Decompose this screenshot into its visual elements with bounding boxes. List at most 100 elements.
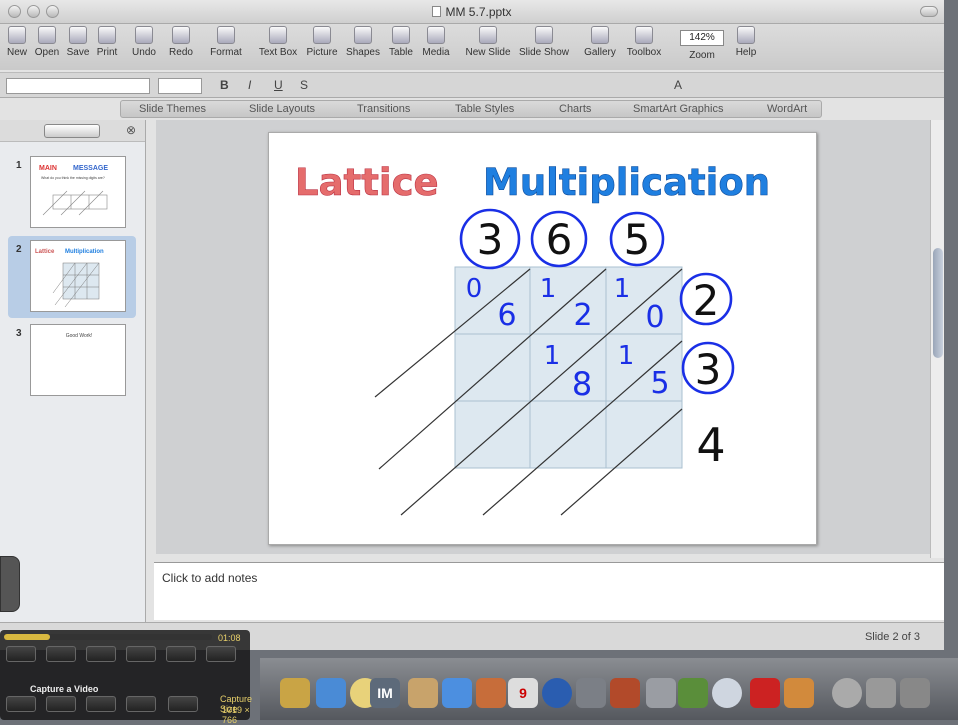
current-slide[interactable]: Lattice Multiplication 3 6 5 2 3 4 0 6 1… bbox=[268, 132, 817, 545]
slide-thumbnail-1[interactable]: MAIN MESSAGE What do you think the missi… bbox=[30, 156, 126, 228]
dock-app-icon[interactable] bbox=[832, 678, 862, 708]
table-icon bbox=[392, 26, 410, 44]
cell-tens: 1 bbox=[614, 274, 631, 304]
close-pane-icon[interactable]: ⊗ bbox=[126, 123, 136, 137]
side-digit: 2 bbox=[693, 276, 720, 325]
capture-stop-button[interactable] bbox=[6, 646, 36, 662]
thumb2-title-a: Lattice bbox=[35, 249, 55, 255]
document-icon bbox=[432, 6, 442, 17]
text-box-button[interactable]: Text Box bbox=[255, 26, 301, 58]
dock-safari-icon[interactable] bbox=[542, 678, 572, 708]
tab-table-styles[interactable]: Table Styles bbox=[455, 103, 514, 115]
dock-itunes-icon[interactable] bbox=[442, 678, 472, 708]
media-button[interactable]: Media bbox=[418, 26, 454, 58]
dock-app-icon[interactable] bbox=[280, 678, 310, 708]
slide-thumbnail-2[interactable]: Lattice Multiplication bbox=[30, 240, 126, 312]
window-title: MM 5.7.pptx bbox=[0, 5, 944, 19]
scrollbar-thumb[interactable] bbox=[933, 248, 943, 358]
dock-calendar-icon[interactable]: 9 bbox=[508, 678, 538, 708]
slide-show-button[interactable]: Slide Show bbox=[516, 26, 572, 58]
dock-app-icon[interactable] bbox=[316, 678, 346, 708]
slide-number: 2 bbox=[16, 244, 22, 255]
tab-wordart[interactable]: WordArt bbox=[767, 103, 807, 115]
side-collapse-tab[interactable] bbox=[0, 556, 20, 612]
cell-tens: 1 bbox=[540, 274, 557, 304]
capture-save-button[interactable] bbox=[6, 696, 36, 712]
dock-app-icon[interactable] bbox=[784, 678, 814, 708]
dock-app-icon[interactable] bbox=[678, 678, 708, 708]
new-button[interactable]: New bbox=[4, 26, 30, 58]
tab-charts[interactable]: Charts bbox=[559, 103, 591, 115]
dock-im-icon[interactable]: IM bbox=[370, 678, 400, 708]
elements-gallery-tabs: Slide Themes Slide Layouts Transitions T… bbox=[120, 100, 822, 118]
title-bar[interactable]: MM 5.7.pptx bbox=[0, 0, 944, 24]
picture-button[interactable]: Picture bbox=[304, 26, 340, 58]
view-toggle[interactable] bbox=[44, 124, 100, 138]
tab-slide-layouts[interactable]: Slide Layouts bbox=[249, 103, 315, 115]
table-button[interactable]: Table bbox=[386, 26, 416, 58]
thumbnail-2-drawing: Lattice Multiplication bbox=[35, 249, 104, 308]
cell-ones: 5 bbox=[650, 366, 669, 401]
capture-record-button[interactable] bbox=[46, 696, 76, 712]
tab-slide-themes[interactable]: Slide Themes bbox=[139, 103, 206, 115]
capture-webcam-button[interactable] bbox=[86, 696, 116, 712]
underline-button[interactable]: U bbox=[274, 78, 283, 92]
slide-thumbnail-3[interactable]: Good Work! bbox=[30, 324, 126, 396]
dock-app-icon[interactable] bbox=[576, 678, 606, 708]
gallery-button[interactable]: Gallery bbox=[580, 26, 620, 58]
dock-iphoto-icon[interactable] bbox=[476, 678, 506, 708]
capture-video-panel: 01:08 Capture a Video Capture Size 1019 … bbox=[0, 630, 252, 725]
capture-cancel-button[interactable] bbox=[206, 646, 236, 662]
thumb1-title-b: MESSAGE bbox=[73, 165, 108, 172]
toolbox-button[interactable]: Toolbox bbox=[622, 26, 666, 58]
format-button[interactable]: Format bbox=[206, 26, 246, 58]
capture-mic-button[interactable] bbox=[126, 646, 156, 662]
cell-ones: 6 bbox=[497, 298, 516, 333]
dock-app-icon[interactable] bbox=[900, 678, 930, 708]
new-document-icon bbox=[8, 26, 26, 44]
capture-close-button[interactable] bbox=[168, 696, 198, 712]
zoom-field[interactable]: 142% bbox=[680, 30, 724, 46]
dock-app-icon[interactable] bbox=[646, 678, 676, 708]
slide-thumbnail-pane: ⊗ 1 MAIN MESSAGE What do you think the m… bbox=[0, 120, 146, 650]
vertical-scrollbar[interactable] bbox=[930, 120, 944, 558]
tab-transitions[interactable]: Transitions bbox=[357, 103, 410, 115]
dock-app-icon[interactable] bbox=[408, 678, 438, 708]
capture-back-button[interactable] bbox=[126, 696, 156, 712]
italic-button[interactable]: I bbox=[248, 78, 251, 92]
printer-icon bbox=[98, 26, 116, 44]
capture-label: Capture a Video bbox=[30, 684, 99, 694]
slide-show-icon bbox=[535, 26, 553, 44]
cell-tens: 1 bbox=[618, 341, 635, 371]
font-size-select[interactable] bbox=[158, 78, 202, 94]
formatting-bar: B I U S A bbox=[0, 72, 944, 98]
capture-undo-button[interactable] bbox=[166, 646, 196, 662]
toolbar-toggle-button[interactable] bbox=[920, 6, 938, 17]
redo-button[interactable]: Redo bbox=[166, 26, 196, 58]
bold-button[interactable]: B bbox=[220, 78, 229, 92]
capture-progress-fill bbox=[4, 634, 50, 640]
notes-pane[interactable]: Click to add notes bbox=[154, 562, 944, 620]
print-button[interactable]: Print bbox=[93, 26, 121, 58]
new-slide-button[interactable]: New Slide bbox=[462, 26, 514, 58]
notes-placeholder[interactable]: Click to add notes bbox=[162, 571, 257, 585]
dock-app-icon[interactable] bbox=[610, 678, 640, 708]
save-button[interactable]: Save bbox=[64, 26, 92, 58]
open-button[interactable]: Open bbox=[32, 26, 62, 58]
shadow-button[interactable]: S bbox=[300, 78, 308, 92]
tab-smartart-graphics[interactable]: SmartArt Graphics bbox=[633, 103, 723, 115]
undo-button[interactable]: Undo bbox=[128, 26, 160, 58]
capture-pause-button[interactable] bbox=[46, 646, 76, 662]
gallery-icon bbox=[591, 26, 609, 44]
cell-tens: 0 bbox=[466, 274, 483, 304]
shapes-button[interactable]: Shapes bbox=[344, 26, 382, 58]
font-color-button[interactable]: A bbox=[674, 78, 682, 92]
dock-app-icon[interactable] bbox=[866, 678, 896, 708]
zoom-control[interactable]: 142% Zoom bbox=[676, 26, 728, 61]
dock-dvd-icon[interactable] bbox=[712, 678, 742, 708]
dock-acrobat-icon[interactable] bbox=[750, 678, 780, 708]
capture-camera-button[interactable] bbox=[86, 646, 116, 662]
help-button[interactable]: Help bbox=[732, 26, 760, 58]
font-name-select[interactable] bbox=[6, 78, 150, 94]
cell-ones: 2 bbox=[573, 298, 592, 333]
